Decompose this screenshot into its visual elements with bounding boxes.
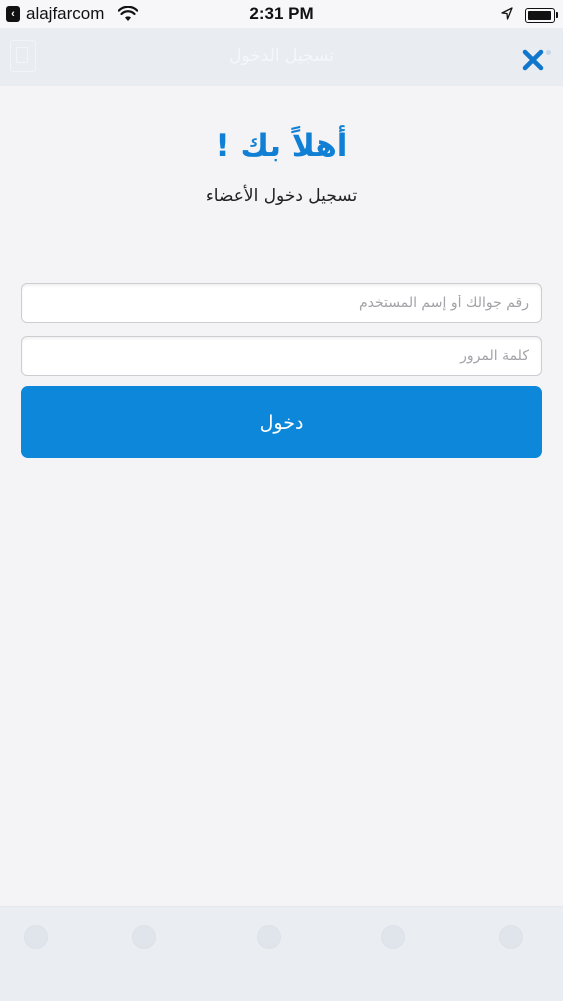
clock: 2:31 PM [249, 4, 314, 23]
password-input[interactable] [22, 337, 541, 375]
notification-dot [546, 50, 551, 55]
list-icon [381, 925, 405, 949]
welcome-heading: أهلاً بك ! [215, 128, 348, 164]
username-input[interactable] [22, 284, 541, 322]
login-button[interactable]: دخول [21, 386, 542, 458]
status-bar: ‹ alajfarcom 2:31 PM [0, 0, 563, 28]
chat-icon [132, 925, 156, 949]
password-field[interactable] [21, 336, 542, 376]
nav-title: تسجيل الدخول [229, 46, 334, 66]
battery-icon [525, 7, 558, 23]
members-login-subtitle: تسجيل دخول الأعضاء [205, 186, 358, 206]
tab-user[interactable] [476, 925, 546, 995]
status-bar-right [501, 5, 558, 25]
nav-header: تسجيل الدخول [0, 28, 563, 86]
close-icon[interactable] [521, 48, 545, 72]
username-field[interactable] [21, 283, 542, 323]
bell-icon [257, 925, 281, 949]
user-icon [499, 925, 523, 949]
tab-home[interactable] [1, 925, 71, 995]
home-icon [24, 925, 48, 949]
tab-chat[interactable] [109, 925, 179, 995]
tab-bar [0, 906, 563, 1001]
location-arrow-icon [501, 5, 513, 25]
tab-list[interactable] [358, 925, 428, 995]
tab-bell[interactable] [234, 925, 304, 995]
